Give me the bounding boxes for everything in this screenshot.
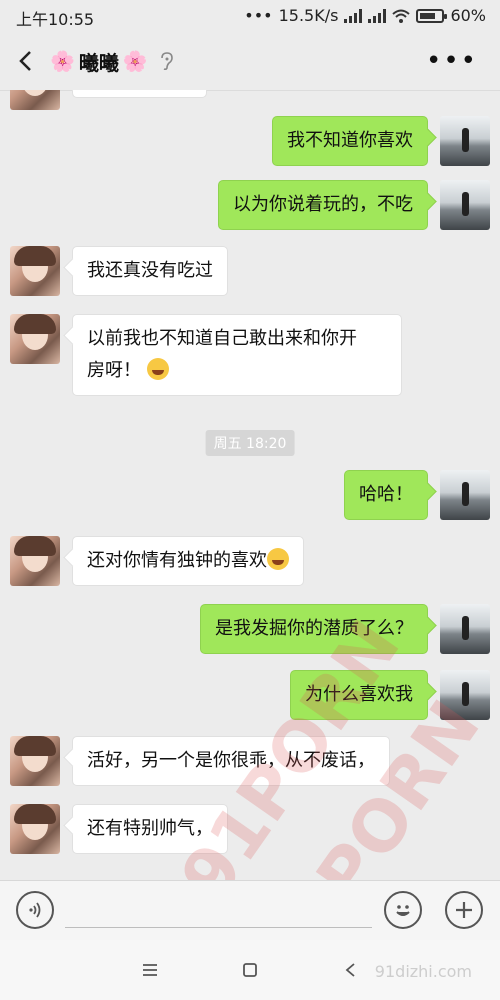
chat-title: 🌸 曦曦 🌸 (50, 47, 148, 76)
signal-icon-2 (368, 8, 387, 23)
contact-avatar[interactable] (10, 804, 60, 854)
nav-back-icon (345, 963, 355, 977)
emoji-button[interactable] (384, 891, 422, 929)
message-bubble-out[interactable]: 是我发掘你的潜质了么？ (200, 604, 428, 654)
input-bar (0, 880, 500, 941)
home-icon (243, 963, 257, 977)
my-avatar[interactable] (440, 180, 490, 230)
battery-percent: 60% (450, 6, 486, 25)
home-button[interactable] (235, 955, 265, 985)
more-icon[interactable]: ••• (426, 46, 478, 76)
message-bubble-out[interactable]: 我不知道你喜欢 (272, 116, 428, 166)
message-bubble-in[interactable]: 还有特别帅气， (72, 804, 228, 854)
status-right: ••• 15.5K/s 60% (244, 6, 486, 25)
plus-button[interactable] (445, 891, 483, 929)
message-bubble-in[interactable]: 我还真没有吃过 (72, 246, 228, 296)
message-text: 还对你情有独钟的喜欢 (87, 550, 267, 571)
message-timestamp: 周五 18:20 (205, 430, 295, 456)
my-avatar[interactable] (440, 116, 490, 166)
signal-icon (344, 8, 363, 23)
plus-icon (456, 902, 472, 918)
voice-button[interactable] (16, 891, 54, 929)
message-bubble-in[interactable]: 还对你情有独钟的喜欢 (72, 536, 304, 586)
contact-avatar[interactable] (10, 536, 60, 586)
flower-icon: 🌸 (122, 49, 148, 73)
net-speed: 15.5K/s (278, 6, 339, 25)
chat-header: 🌸 曦曦 🌸 ••• (0, 32, 500, 91)
message-text: 以前我也不知道自己敢出来和你开 (87, 328, 357, 349)
message-text: 房呀！ (87, 360, 141, 381)
message-bubble-partial[interactable] (72, 90, 207, 98)
my-avatar[interactable] (440, 470, 490, 520)
my-avatar[interactable] (440, 670, 490, 720)
input-underline (65, 927, 372, 928)
contact-name: 曦曦 (78, 50, 119, 75)
battery-icon (416, 8, 448, 23)
message-bubble-in[interactable]: 活好，另一个是你很乖，从不废话， (72, 736, 390, 786)
wifi-icon (392, 9, 411, 23)
message-bubble-in[interactable]: 以前我也不知道自己敢出来和你开 房呀！ (72, 314, 402, 396)
laugh-emoji-icon (267, 548, 289, 570)
crying-laugh-emoji-icon (146, 358, 169, 380)
nav-back-button[interactable] (335, 955, 365, 985)
back-button[interactable] (0, 32, 50, 90)
menu-button[interactable] (135, 955, 165, 985)
status-dots: ••• (244, 6, 273, 25)
contact-avatar[interactable] (10, 246, 60, 296)
menu-icon (143, 964, 157, 976)
message-bubble-out[interactable]: 为什么喜欢我 (290, 670, 428, 720)
flower-icon: 🌸 (50, 49, 75, 73)
voice-icon (29, 902, 41, 918)
status-time: 上午10:55 (16, 10, 95, 29)
status-bar: 上午10:55 ••• 15.5K/s 60% (0, 0, 500, 32)
contact-avatar[interactable] (10, 90, 60, 110)
my-avatar[interactable] (440, 604, 490, 654)
watermark-site: 91dizhi.com (374, 962, 472, 981)
chat-area[interactable]: 我不知道你喜欢 以为你说着玩的，不吃 我还真没有吃过 以前我也不知道自己敢出来和… (0, 90, 500, 880)
message-input[interactable] (65, 893, 372, 929)
message-bubble-out[interactable]: 以为你说着玩的，不吃 (218, 180, 428, 230)
contact-avatar[interactable] (10, 736, 60, 786)
back-arrow-icon (19, 51, 31, 71)
emoji-icon (396, 905, 410, 916)
ear-icon (161, 52, 173, 70)
contact-avatar[interactable] (10, 314, 60, 364)
message-bubble-out[interactable]: 哈哈！ (344, 470, 428, 520)
